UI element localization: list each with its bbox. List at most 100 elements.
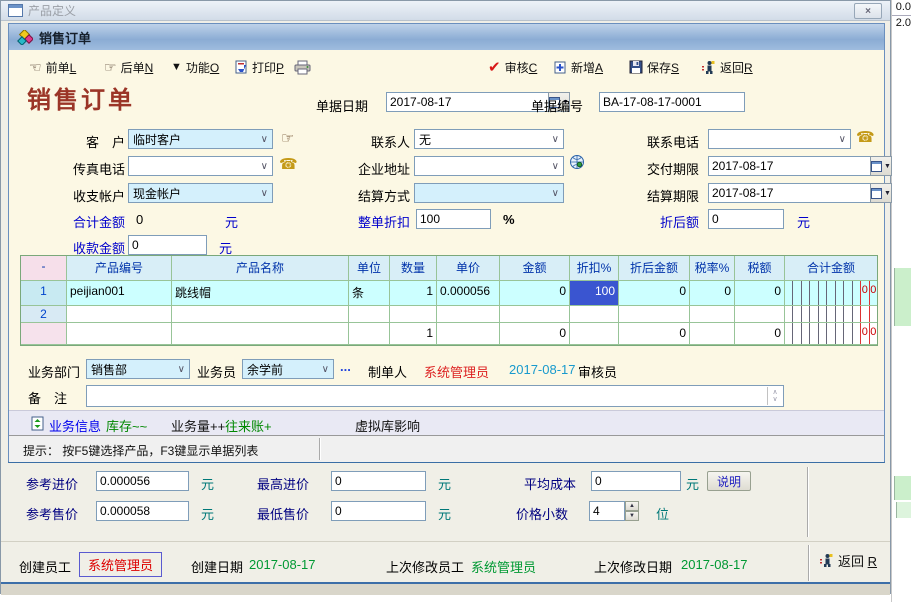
- maker-label: 制单人: [368, 362, 407, 381]
- cell-discount[interactable]: [570, 306, 619, 323]
- customer-picker-icon[interactable]: ☞: [281, 129, 294, 147]
- cell-qty[interactable]: 1: [390, 281, 437, 306]
- calendar-button[interactable]: ▼: [870, 183, 892, 203]
- cell-rownum[interactable]: 1: [21, 281, 67, 306]
- footer-tax-total[interactable]: 0: [735, 323, 785, 345]
- cell-tax[interactable]: [735, 306, 785, 323]
- return-button[interactable]: 返回R: [701, 57, 753, 77]
- cell-total-ledger[interactable]: 00: [785, 281, 877, 306]
- remark-spinner[interactable]: ∧∨: [767, 387, 782, 405]
- after-discount-input[interactable]: [708, 209, 784, 229]
- footer-product-code[interactable]: [67, 323, 172, 345]
- cell-after-discount[interactable]: 0: [619, 281, 690, 306]
- remark-input[interactable]: ∧∨: [86, 385, 784, 407]
- panel-divider: [807, 467, 808, 537]
- more-link[interactable]: ...: [340, 359, 351, 374]
- calendar-button[interactable]: ▼: [870, 156, 892, 176]
- refresh-doc-icon[interactable]: [31, 416, 44, 431]
- phone-icon[interactable]: ☎: [279, 155, 298, 173]
- footer-product-name[interactable]: [172, 323, 349, 345]
- footer-after-discount-total[interactable]: 0: [619, 323, 690, 345]
- delivery-date-field[interactable]: ▼: [708, 156, 851, 176]
- cell-rownum[interactable]: 2: [21, 306, 67, 323]
- globe-icon[interactable]: [569, 154, 585, 170]
- customer-combo[interactable]: 临时客户∨: [128, 129, 273, 149]
- account-combo[interactable]: 现金帐户∨: [128, 183, 273, 203]
- function-menu-button[interactable]: ▼功能O: [171, 57, 219, 77]
- cell-discount-selected[interactable]: 100: [570, 281, 619, 306]
- avg-cost-unit: 元: [686, 474, 699, 493]
- footer-price[interactable]: [437, 323, 500, 345]
- cell-price[interactable]: [437, 306, 500, 323]
- explain-button[interactable]: 说明: [707, 471, 751, 491]
- cell-total-ledger[interactable]: [785, 306, 877, 323]
- cell-after-discount[interactable]: [619, 306, 690, 323]
- footer-rownum[interactable]: [21, 323, 67, 345]
- prev-doc-button[interactable]: ☜前单L: [29, 57, 76, 77]
- virtual-stock-link[interactable]: 虚拟库影响: [355, 416, 420, 435]
- settle-due-field[interactable]: ▼: [708, 183, 851, 203]
- phone-icon[interactable]: ☎: [856, 128, 875, 146]
- chevron-down-icon: ∨: [839, 134, 846, 145]
- cell-price[interactable]: 0.000056: [437, 281, 500, 306]
- close-button[interactable]: ×: [854, 3, 882, 19]
- footer-discount[interactable]: [570, 323, 619, 345]
- delivery-date-input[interactable]: [708, 156, 870, 176]
- return-bottom-button[interactable]: 返回 R: [819, 550, 877, 570]
- min-sell-input[interactable]: [331, 501, 426, 521]
- cell-tax-rate[interactable]: [690, 306, 735, 323]
- accounts-link[interactable]: 往来账+: [225, 416, 272, 435]
- price-decimals-input[interactable]: [589, 501, 625, 521]
- ref-buy-input[interactable]: [96, 471, 189, 491]
- footer-tax-rate[interactable]: [690, 323, 735, 345]
- received-input[interactable]: [128, 235, 207, 255]
- ref-sell-input[interactable]: [96, 501, 189, 521]
- contact-phone-combo[interactable]: ∨: [708, 129, 851, 149]
- footer-qty-total[interactable]: 1: [390, 323, 437, 345]
- next-doc-button[interactable]: ☞后单N: [104, 57, 153, 77]
- volume-link[interactable]: 业务量++: [171, 416, 225, 435]
- salesman-combo[interactable]: 余学前∨: [242, 359, 334, 379]
- address-label: 企业地址: [344, 159, 410, 178]
- chevron-down-icon: ▼: [884, 190, 891, 197]
- inner-titlebar[interactable]: 销售订单: [9, 24, 884, 50]
- printer-icon-button[interactable]: [294, 57, 311, 77]
- print-button[interactable]: 打印P: [234, 57, 284, 77]
- max-buy-input[interactable]: [331, 471, 426, 491]
- footer-unit[interactable]: [349, 323, 390, 345]
- contact-combo[interactable]: 无∨: [414, 129, 564, 149]
- business-info-link[interactable]: 业务信息: [49, 416, 101, 435]
- cell-product-name[interactable]: 跳线帽: [172, 281, 349, 306]
- avg-cost-input[interactable]: [591, 471, 681, 491]
- outer-titlebar[interactable]: 产品定义: [1, 1, 890, 21]
- cell-product-code[interactable]: [67, 306, 172, 323]
- cell-product-name[interactable]: [172, 306, 349, 323]
- fax-combo[interactable]: ∨: [128, 156, 273, 176]
- settle-method-combo[interactable]: ∨: [414, 183, 564, 203]
- add-new-button[interactable]: 新增A: [553, 57, 603, 77]
- address-combo[interactable]: ∨: [414, 156, 564, 176]
- settle-due-input[interactable]: [708, 183, 870, 203]
- cell-unit[interactable]: 条: [349, 281, 390, 306]
- cell-unit[interactable]: [349, 306, 390, 323]
- close-icon: ×: [865, 6, 871, 17]
- cell-product-code[interactable]: peijian001: [67, 281, 172, 306]
- floppy-icon: [629, 60, 643, 74]
- header-product-code: 产品编号: [67, 256, 172, 281]
- cell-tax[interactable]: 0: [735, 281, 785, 306]
- footer-total-ledger[interactable]: 00: [785, 323, 877, 345]
- doc-date-input[interactable]: [386, 92, 548, 112]
- cell-tax-rate[interactable]: 0: [690, 281, 735, 306]
- dept-combo[interactable]: 销售部∨: [86, 359, 190, 379]
- cell-qty[interactable]: [390, 306, 437, 323]
- save-button[interactable]: 保存S: [629, 57, 679, 77]
- audit-button[interactable]: ✔审核C: [488, 57, 537, 77]
- cell-amount[interactable]: 0: [500, 281, 570, 306]
- price-decimals-spinner[interactable]: ▲▼: [625, 501, 639, 521]
- order-discount-input[interactable]: [416, 209, 491, 229]
- doc-no-input[interactable]: [599, 92, 745, 112]
- doc-date-field[interactable]: ▼: [386, 92, 492, 112]
- stock-link[interactable]: 库存~~: [106, 416, 147, 435]
- footer-amount-total[interactable]: 0: [500, 323, 570, 345]
- cell-amount[interactable]: [500, 306, 570, 323]
